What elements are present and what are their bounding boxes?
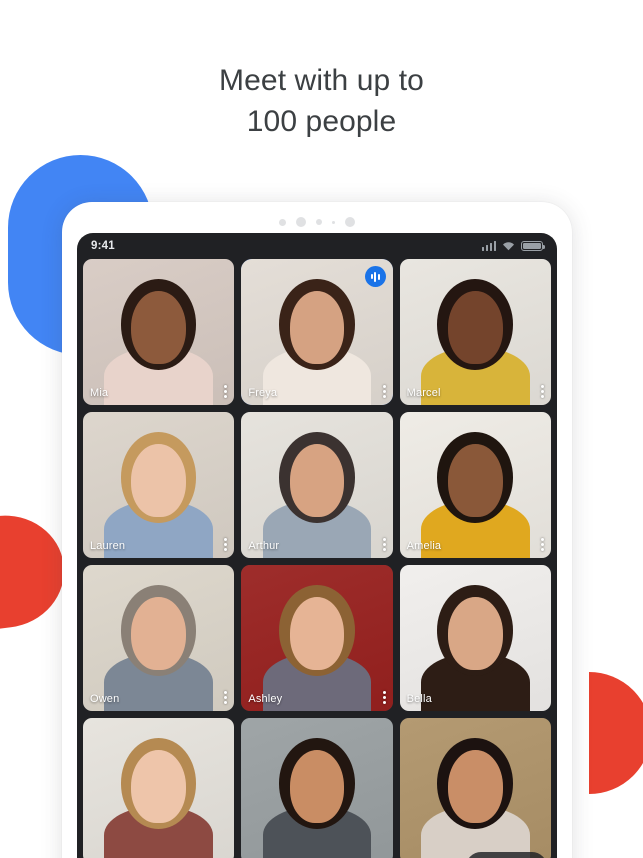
red-blob-right-decoration (589, 672, 643, 794)
participant-video-feed (399, 565, 551, 711)
participant-more-options-icon[interactable] (382, 385, 386, 398)
participant-video-feed (399, 259, 551, 405)
status-bar: 9:41 (77, 233, 557, 259)
participant-more-options-icon[interactable] (382, 691, 386, 704)
sensor-dot (332, 220, 335, 224)
participant-name-label: Bella (406, 693, 432, 705)
participant-more-options-icon[interactable] (382, 538, 386, 551)
participant-tile[interactable] (399, 718, 551, 858)
participant-tile[interactable]: Freya (241, 259, 393, 405)
participant-tile[interactable]: Marcel (399, 259, 551, 405)
participant-name-label: Lauren (90, 540, 126, 552)
participant-name-label: Marcel (406, 387, 441, 399)
participant-video-feed (83, 259, 235, 405)
device-sensor-dots (62, 216, 572, 228)
participant-name-label: Freya (248, 387, 278, 399)
participant-name-label: Arthur (248, 540, 280, 552)
page-title: Meet with up to 100 people (0, 60, 643, 142)
participant-tile[interactable]: Owen (83, 565, 235, 711)
participant-tile[interactable]: Bella (399, 565, 551, 711)
wifi-icon (502, 241, 515, 251)
participant-more-options-icon[interactable] (224, 385, 228, 398)
participant-tile[interactable]: Arthur (241, 412, 393, 558)
status-bar-clock: 9:41 (91, 240, 115, 252)
sensor-dot (296, 217, 306, 227)
participant-grid: Mia Freya Marcel Lauren Arthur Amelia Owen Ashl… (77, 259, 557, 858)
tablet-device-frame: 9:41 Mia Freya Marcel Lauren Arthur Amelia Owe… (62, 202, 572, 858)
overflow-participants-badge[interactable]: 88 others (465, 852, 547, 858)
participant-video-feed (83, 718, 235, 858)
participant-name-label: Ashley (248, 693, 283, 705)
promo-screen: Meet with up to 100 people 9:41 Mia Frey… (0, 0, 643, 858)
battery-icon (521, 240, 546, 252)
participant-video-feed (399, 718, 551, 858)
participant-more-options-icon[interactable] (224, 691, 228, 704)
participant-tile[interactable] (241, 718, 393, 858)
device-screen: 9:41 Mia Freya Marcel Lauren Arthur Amelia Owe… (77, 233, 557, 858)
participant-tile[interactable]: Lauren (83, 412, 235, 558)
participant-tile[interactable] (83, 718, 235, 858)
participant-video-feed (83, 412, 235, 558)
status-bar-icons (481, 240, 546, 252)
red-blob-left-decoration (0, 508, 71, 632)
participant-name-label: Mia (90, 387, 109, 399)
participant-tile[interactable]: Amelia (399, 412, 551, 558)
participant-name-label: Owen (90, 693, 120, 705)
active-speaker-mic-icon (364, 266, 386, 287)
participant-tile[interactable]: Mia (83, 259, 235, 405)
participant-video-feed (241, 565, 393, 711)
participant-video-feed (241, 718, 393, 858)
participant-more-options-icon[interactable] (224, 538, 228, 551)
participant-video-feed (399, 412, 551, 558)
page-title-line-1: Meet with up to (219, 64, 424, 97)
participant-video-feed (241, 412, 393, 558)
page-title-line-2: 100 people (246, 105, 397, 138)
participant-tile[interactable]: Ashley (241, 565, 393, 711)
participant-name-label: Amelia (406, 540, 442, 552)
sensor-dot (316, 219, 322, 225)
participant-more-options-icon[interactable] (540, 538, 544, 551)
signal-icon (481, 241, 496, 252)
sensor-dot (279, 218, 286, 226)
participant-more-options-icon[interactable] (540, 385, 544, 398)
participant-video-feed (83, 565, 235, 711)
sensor-dot (345, 217, 355, 227)
